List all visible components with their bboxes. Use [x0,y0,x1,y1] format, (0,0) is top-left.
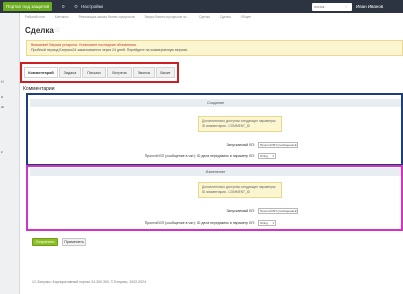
breadcrumb-item[interactable]: Контакты [55,15,69,19]
settings-link[interactable]: Настройки [81,2,103,11]
update-section-header: Изменение [30,168,401,176]
apply-button[interactable]: Применить [62,238,86,246]
sidebar-item[interactable]: Н [0,80,20,84]
sidebar-item[interactable]: а [0,95,20,99]
create-section-header: Создание [30,99,401,107]
breadcrumb-item[interactable]: Рабочий стол [25,15,45,19]
tab-call[interactable]: Звонок [133,67,155,78]
breadcrumb-item[interactable]: Реализация заказа бизнес-процессов [79,15,135,19]
notice-line-2: Пробный период Битрикс24 заканчивается ч… [31,48,189,52]
page-title: Сделка [25,26,54,35]
create-bp-label: Запускаемый БП: [226,143,255,147]
left-sidebar: Н а ш к [0,13,20,294]
breadcrumb-item[interactable]: Запуск бизнес-процессов по... [144,15,189,19]
info-line: Дополнительно доступны следующие парамет… [202,119,277,123]
tab-meeting[interactable]: Встреча [107,67,132,78]
update-info-box: Дополнительно доступны следующие парамет… [198,182,282,198]
create-param-label: Простой БП (сообщение в чат): ID дела пе… [144,154,255,158]
breadcrumb-item[interactable]: Сделки [220,15,231,19]
tab-comment[interactable]: Комментарий [24,67,58,78]
info-line: ID комментария - COMMENT_ID [202,189,250,194]
create-info-box: Дополнительно доступны следующие парамет… [198,116,282,132]
top-bar: Портал под защитой 0 ⚙ Настройки поиск ⌕… [0,0,403,13]
search-icon[interactable]: ⌕ [345,2,348,11]
portal-protection-button[interactable]: Портал под защитой [3,2,53,11]
save-button[interactable]: Сохранить [32,238,58,246]
sidebar-item[interactable]: ш [0,105,20,109]
update-param-label: Простой БП (сообщение в чат): ID дела пе… [144,221,255,225]
update-bp-label: Запускаемый БП: [226,209,255,213]
sidebar-item[interactable]: к [0,150,20,154]
create-param-select[interactable]: String [258,153,276,159]
tab-task[interactable]: Задача [59,67,81,78]
breadcrumb-item[interactable]: Сделка [199,15,210,19]
user-menu[interactable]: Иван Иванов [356,2,383,11]
tab-email[interactable]: Письмо [82,67,106,78]
info-line: ID комментария - COMMENT_ID [202,123,250,128]
gear-icon[interactable]: ⚙ [74,2,78,11]
footer-copyright: 1С-Битрикс: Корпоративный портал 24.300.… [32,280,147,284]
tab-visit[interactable]: Визит [156,67,175,78]
update-param-select[interactable]: String [258,220,276,226]
page: { "topbar": { "portal_button": "Портал п… [0,0,403,294]
create-bp-select[interactable]: Простой БП (сообщение в чат) [258,142,298,148]
section-heading: Комментарии [23,86,55,92]
update-bp-select[interactable]: Простой БП (сообщение в чат) [258,208,298,214]
info-line: Дополнительно доступны следующие парамет… [202,185,277,189]
breadcrumb-item[interactable]: Общее [241,15,251,19]
star-icon[interactable]: ☆ [54,26,60,34]
notification-counter[interactable]: 0 [62,2,65,11]
breadcrumb: Рабочий стол Контакты Реализация заказа … [25,15,403,23]
warning-notice: Внимание! Версия устарела. Установите по… [26,40,403,56]
